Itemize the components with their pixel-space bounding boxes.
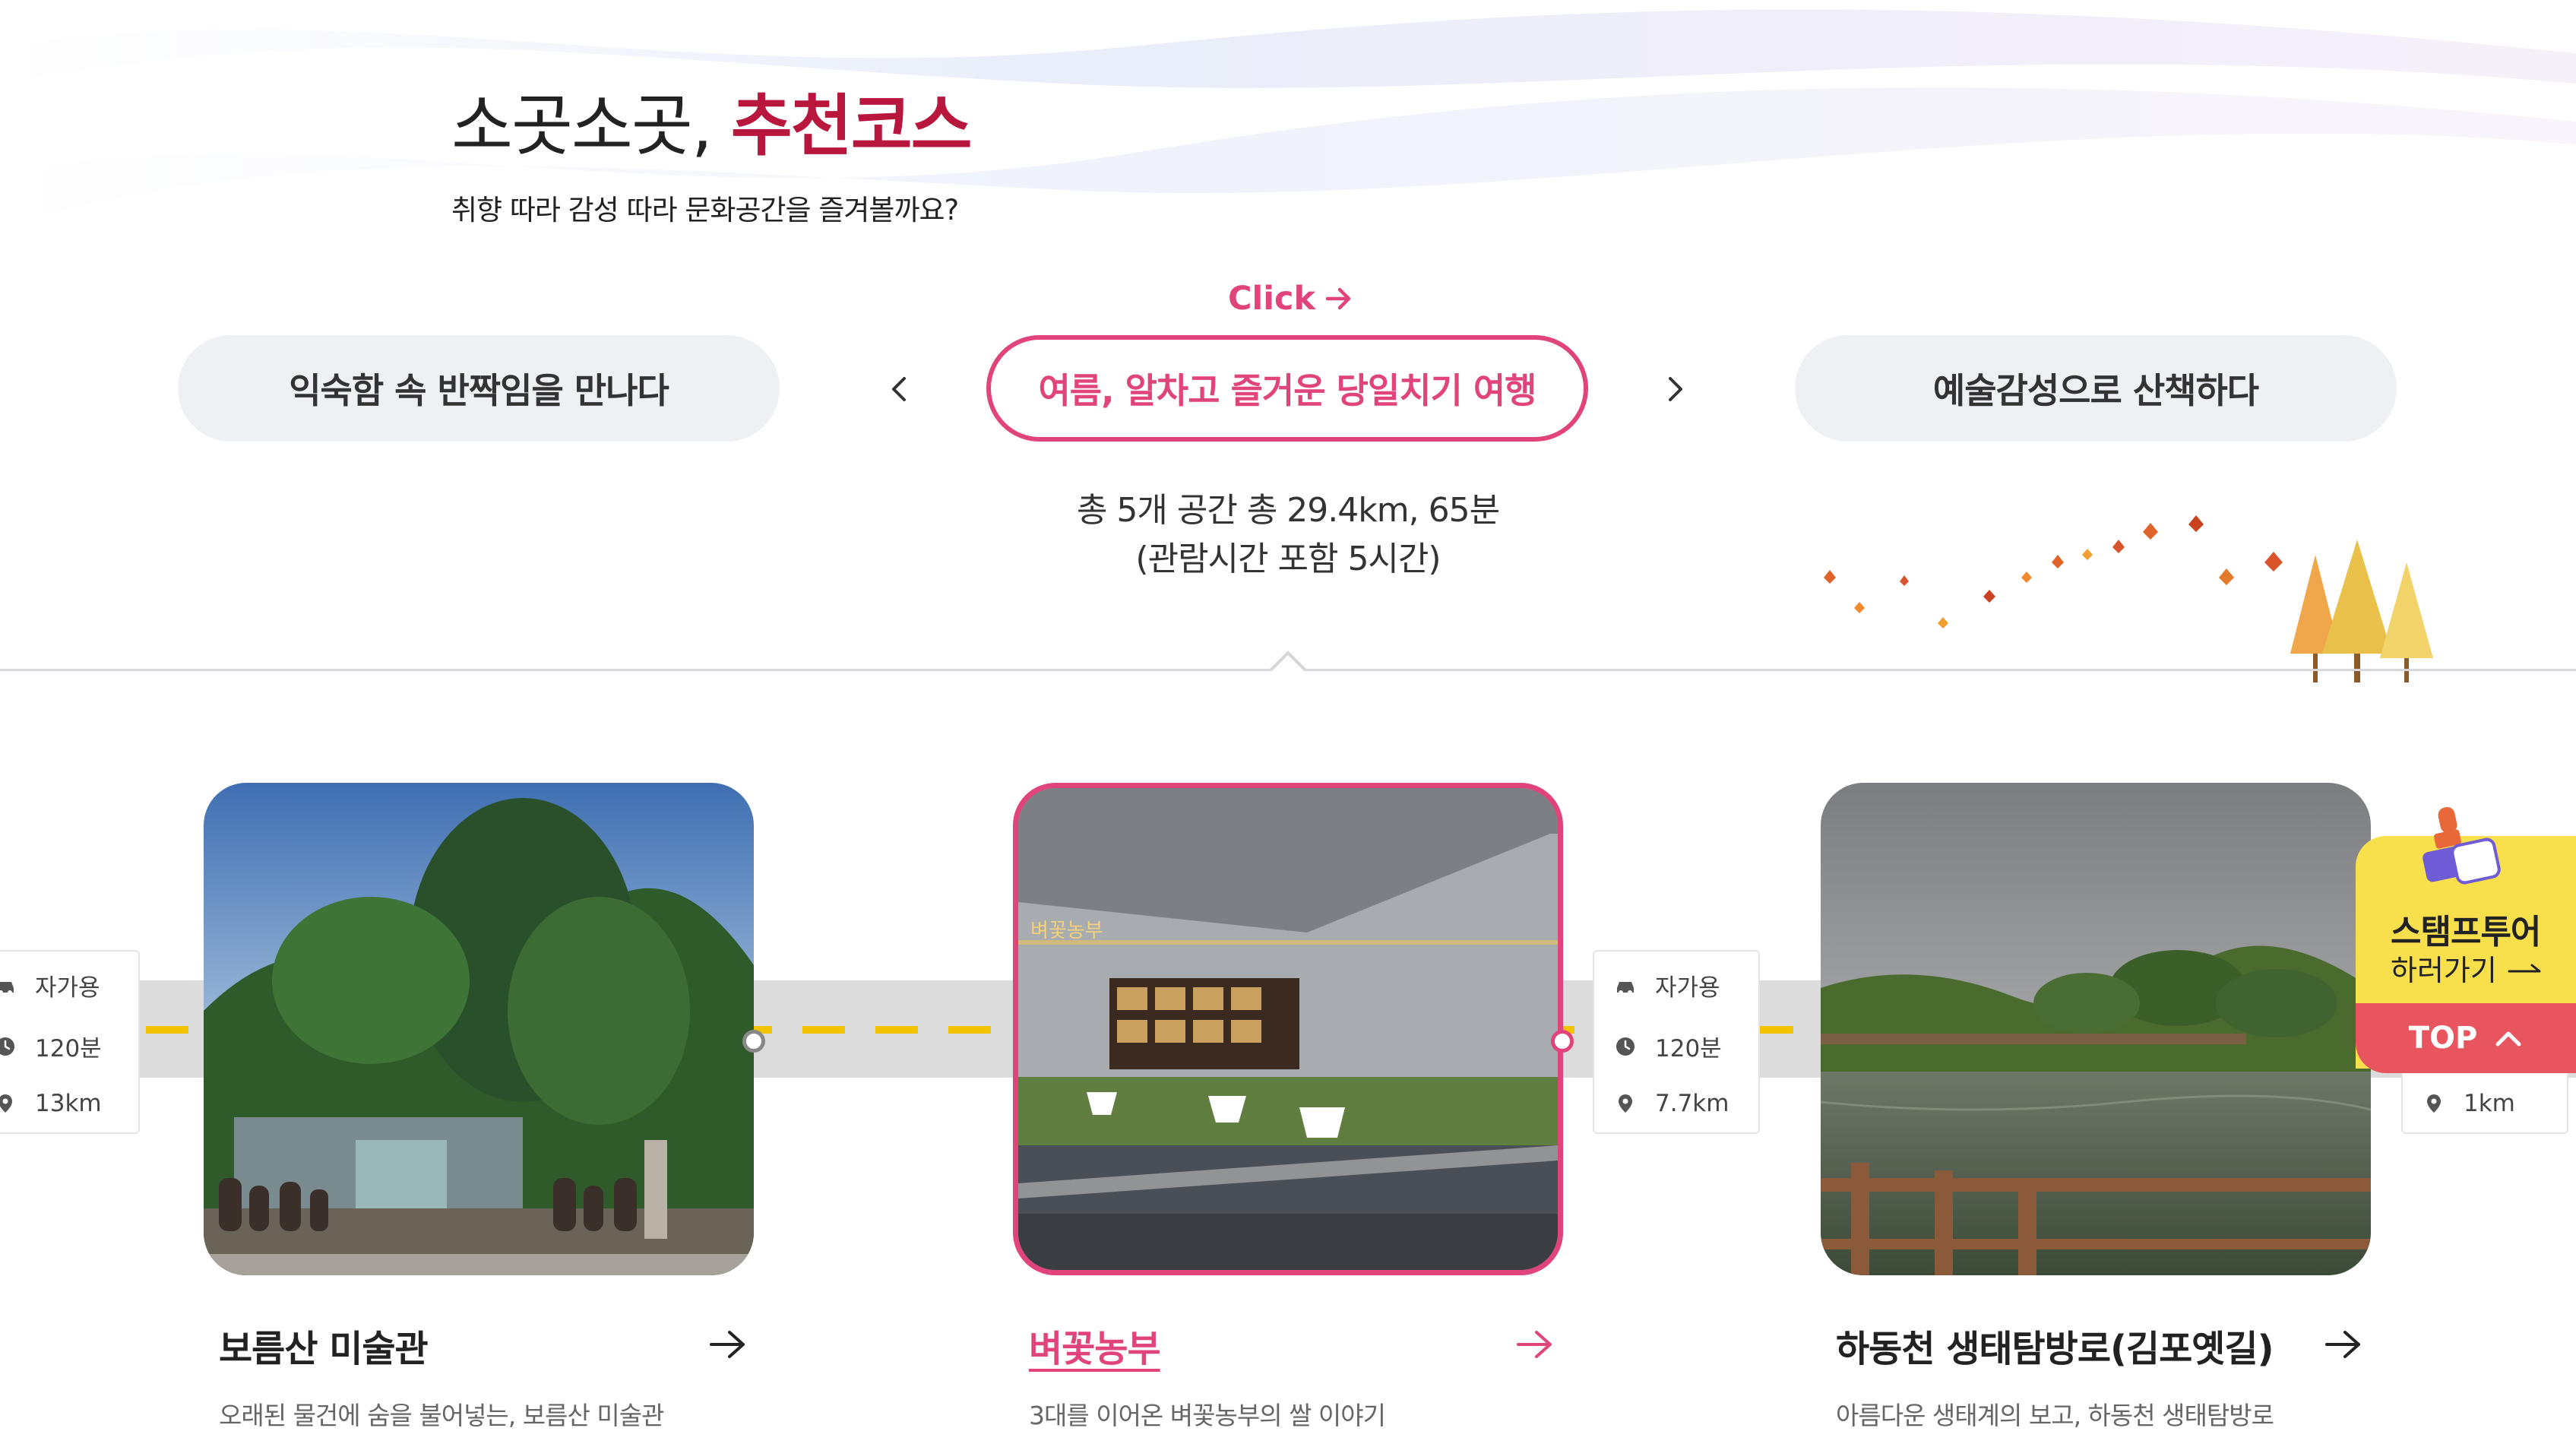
- route-time: 120분: [0, 1029, 102, 1063]
- stamp-icon: [2423, 806, 2501, 885]
- heading-prefix: 소곳소곳,: [451, 87, 731, 165]
- route-info: 자가용 120분 13km: [0, 950, 140, 1134]
- place-title[interactable]: 보름산 미술관: [219, 1319, 429, 1372]
- arrow-right-icon: [2508, 964, 2541, 972]
- scroll-top-label: TOP: [2408, 1021, 2478, 1056]
- place-image-bureumsan[interactable]: [204, 783, 754, 1275]
- scroll-top-button[interactable]: TOP: [2356, 1003, 2576, 1073]
- place-title[interactable]: 하동천 생태탐방로(김포옛길): [1836, 1319, 2274, 1372]
- stamp-tour-sub: 하러가기: [2391, 947, 2543, 989]
- arrow-right-icon[interactable]: [707, 1326, 749, 1363]
- clock-icon: [1616, 1037, 1635, 1056]
- chevron-left-icon[interactable]: [880, 368, 918, 410]
- route-distance: 1km: [2423, 1090, 2515, 1117]
- car-icon: [0, 981, 14, 995]
- course-tab-next[interactable]: 예술감성으로 산책하다: [1795, 335, 2397, 442]
- active-course-pointer-fill: [1271, 655, 1305, 672]
- route-time-label: 120분: [35, 1035, 102, 1062]
- pin-icon: [1619, 1094, 1632, 1113]
- route-mode: 자가용: [0, 968, 100, 1002]
- pin-icon: [2427, 1094, 2441, 1113]
- course-tab-previous[interactable]: 익숙함 속 반짝임을 만나다: [178, 335, 780, 442]
- route-time: 120분: [1614, 1029, 1722, 1063]
- click-hint-label: Click: [1228, 280, 1316, 318]
- route-distance-label: 1km: [2464, 1090, 2515, 1117]
- course-summary: 총 5개 공간 총 29.4km, 65분 (관람시간 포함 5시간): [988, 486, 1588, 584]
- clock-icon: [0, 1037, 14, 1056]
- route-distance: 7.7km: [1614, 1090, 1729, 1117]
- route-mode: 자가용: [1614, 968, 1720, 1002]
- route-mode-label: 자가용: [35, 974, 100, 1002]
- place-image-byeokkot[interactable]: 벼꽃농부: [1013, 783, 1563, 1275]
- route-info: 자가용 120분 7.7km: [1593, 950, 1760, 1134]
- route-mode-label: 자가용: [1655, 974, 1720, 1002]
- route-distance-label: 13km: [35, 1090, 102, 1117]
- chevron-up-icon: [2495, 1031, 2521, 1047]
- place-sign: 벼꽃농부: [1030, 920, 1103, 942]
- background-waves: [0, 9, 2576, 229]
- stamp-tour-sub-label: 하러가기: [2391, 954, 2497, 987]
- route-distance: 13km: [0, 1090, 102, 1117]
- route-node: [1551, 1030, 1574, 1053]
- place-desc: 아름다운 생태계의 보고, 하동천 생태탐방로: [1836, 1401, 2274, 1430]
- route-distance-label: 7.7km: [1655, 1090, 1729, 1117]
- arrow-right-icon[interactable]: [1514, 1326, 1556, 1363]
- car-icon: [1617, 981, 1634, 995]
- chevron-right-icon[interactable]: [1657, 368, 1695, 410]
- stamp-tour-title: 스탬프투어: [2391, 913, 2541, 952]
- heading-highlight: 추천코스: [730, 87, 973, 165]
- arrow-right-icon: [1325, 287, 1351, 310]
- section-subheading: 취향 따라 감성 따라 문화공간을 즐겨볼까요?: [451, 194, 959, 226]
- place-desc: 3대를 이어온 벼꽃농부의 쌀 이야기: [1029, 1401, 1386, 1430]
- summary-line-2: (관람시간 포함 5시간): [1135, 539, 1441, 578]
- autumn-trees-illustration: [1824, 515, 2433, 682]
- arrow-right-icon[interactable]: [2322, 1326, 2365, 1363]
- click-hint: Click: [1228, 280, 1353, 318]
- summary-line-1: 총 5개 공간 총 29.4km, 65분: [1076, 491, 1500, 530]
- route-node: [742, 1030, 765, 1053]
- place-image-hadongcheon[interactable]: [1821, 783, 2371, 1275]
- course-tab-active[interactable]: 여름, 알차고 즐거운 당일치기 여행: [986, 335, 1588, 442]
- section-heading: 소곳소곳, 추천코스: [451, 87, 973, 165]
- place-title[interactable]: 벼꽃농부: [1029, 1319, 1161, 1372]
- route-time-label: 120분: [1655, 1035, 1722, 1062]
- place-desc: 오래된 물건에 숨을 불어넣는, 보름산 미술관: [219, 1401, 664, 1430]
- pin-icon: [0, 1094, 12, 1113]
